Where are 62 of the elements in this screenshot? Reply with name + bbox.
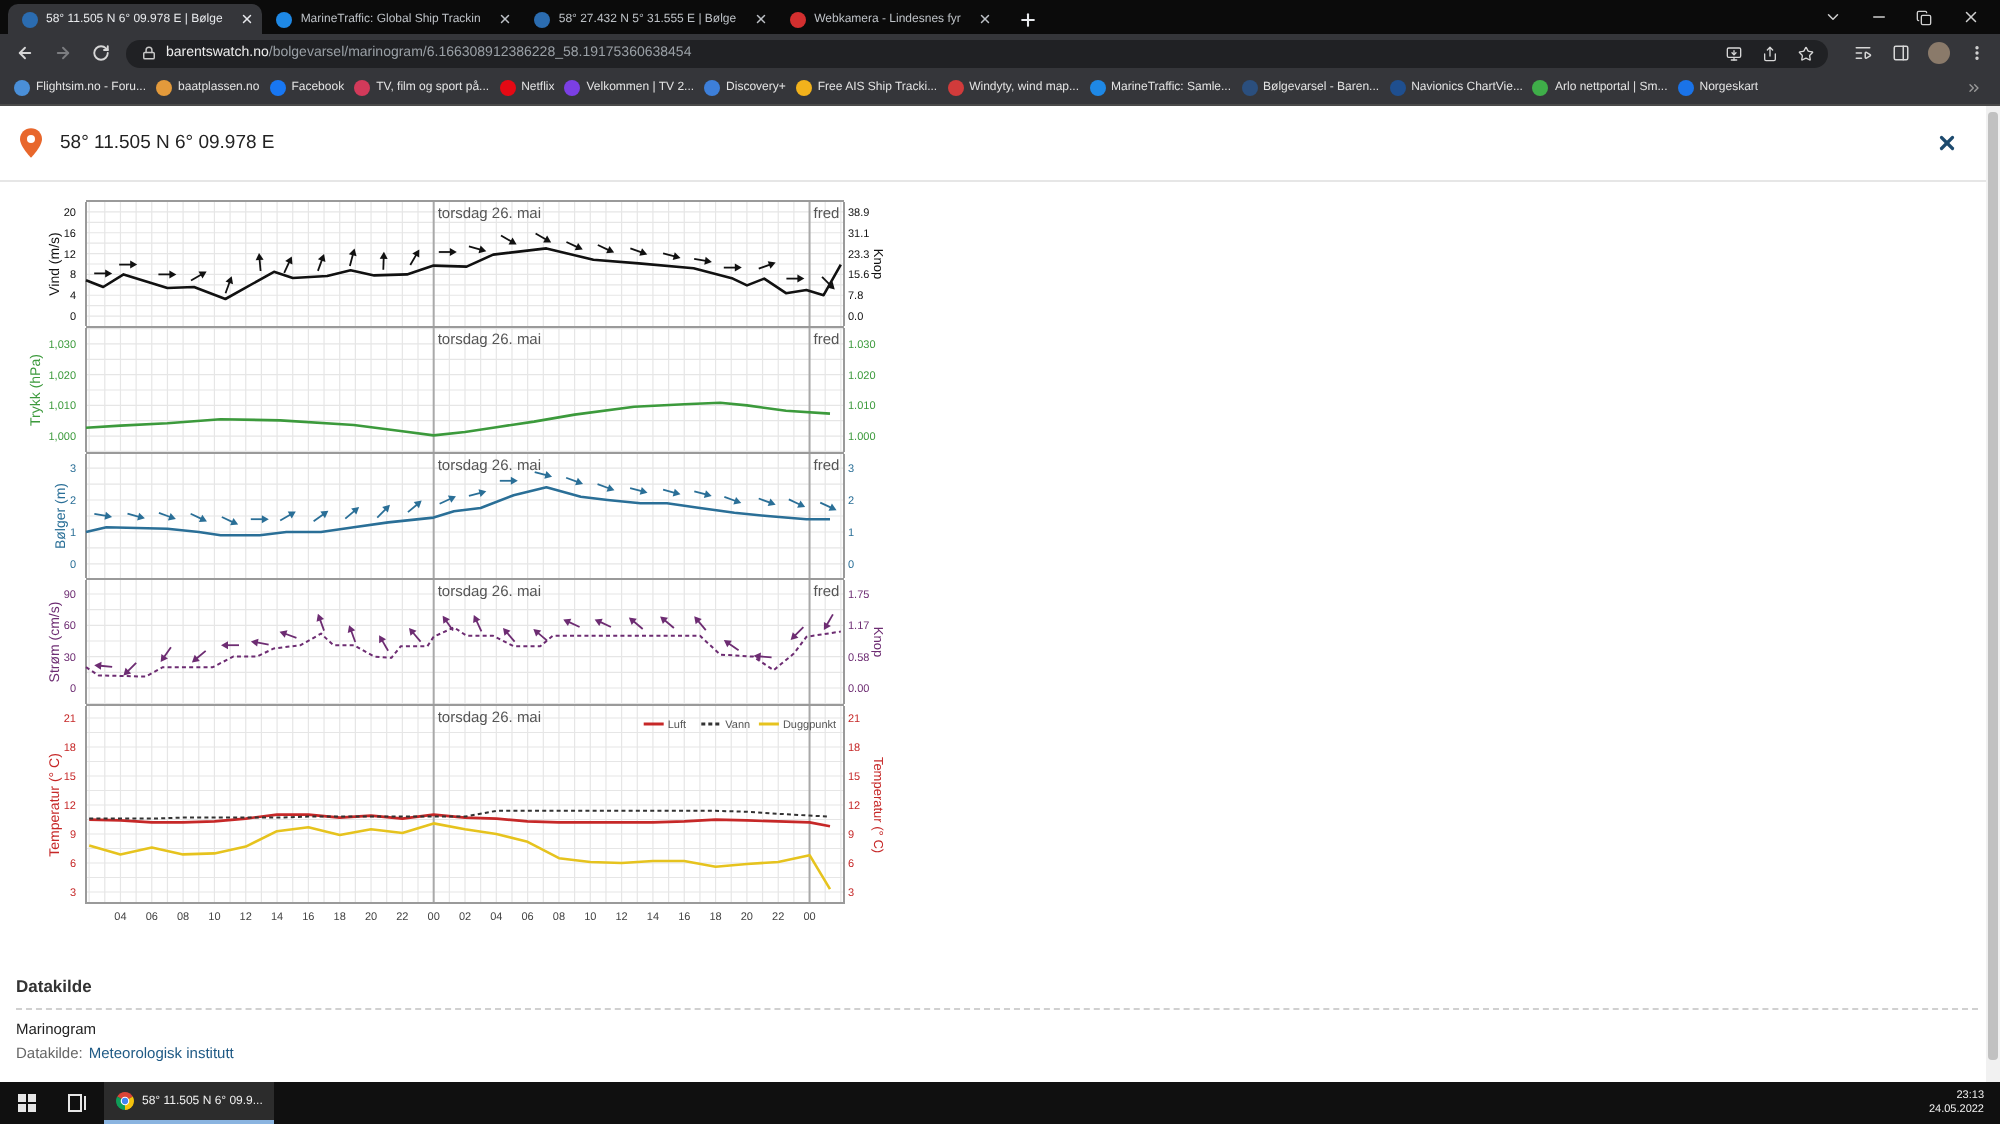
arrow-icon <box>442 615 454 632</box>
arrow-icon <box>283 256 293 274</box>
close-icon <box>497 12 512 26</box>
app-icon <box>116 1092 134 1110</box>
more-bookmarks-button[interactable] <box>1964 78 1984 98</box>
share-button[interactable] <box>1760 43 1780 63</box>
close-icon <box>977 12 992 26</box>
arrow-icon <box>160 646 172 662</box>
windows-logo-icon <box>18 1094 36 1112</box>
tab-close-button[interactable] <box>238 11 255 27</box>
tab-close-button[interactable] <box>496 11 513 27</box>
arrow-icon <box>379 635 389 652</box>
side-panel-icon <box>1891 44 1909 62</box>
side-panel-button[interactable] <box>1888 41 1912 65</box>
arrow-icon <box>409 627 422 643</box>
arrow-icon <box>660 616 675 629</box>
page-title: 58° 11.505 N 6° 09.978 E <box>60 133 275 153</box>
list-icon <box>1853 44 1871 62</box>
legend-line-icon <box>701 722 722 726</box>
legend-line-icon <box>643 722 664 726</box>
location-pin-icon <box>20 128 42 158</box>
install-button[interactable] <box>1724 43 1744 63</box>
arrow-icon <box>348 248 357 267</box>
section-heading: Datakilde <box>16 976 92 996</box>
arrow-icon <box>473 615 483 633</box>
new-tab-button[interactable] <box>1016 8 1039 30</box>
plus-icon <box>1017 9 1038 29</box>
close-icon <box>1961 8 1979 26</box>
arrow-icon <box>503 627 516 643</box>
reading-list-button[interactable] <box>1850 41 1874 65</box>
arrow-icon <box>407 500 422 514</box>
arrow-icon <box>376 504 390 519</box>
reload-icon <box>91 44 109 62</box>
arrow-icon <box>694 616 707 631</box>
share-icon <box>1762 45 1778 61</box>
close-icon <box>753 12 768 26</box>
profile-button[interactable] <box>1926 41 1950 65</box>
legend-line-icon <box>758 722 779 726</box>
star-icon <box>1798 45 1814 61</box>
tab-close-button[interactable] <box>976 11 993 27</box>
arrow-icon <box>790 626 805 640</box>
close-button[interactable] <box>1936 132 1958 154</box>
restore-icon <box>1916 9 1932 25</box>
arrow-icon <box>347 625 357 643</box>
double-chevron-icon <box>1966 80 1982 96</box>
tab-close-button[interactable] <box>752 11 769 27</box>
arrow-icon <box>821 275 835 290</box>
scrollbar-thumb[interactable] <box>1988 112 1998 1060</box>
close-icon <box>239 12 254 26</box>
reload-button[interactable] <box>88 41 112 65</box>
back-arrow-icon <box>15 44 33 62</box>
task-view-icon <box>67 1094 87 1112</box>
close-icon <box>1936 132 1958 154</box>
bookmark-star-button[interactable] <box>1796 43 1816 63</box>
arrow-icon <box>379 251 388 271</box>
forward-arrow-icon <box>53 44 71 62</box>
arrow-icon <box>317 253 326 272</box>
lock-icon <box>142 46 156 60</box>
chevron-down-icon <box>1823 8 1841 26</box>
avatar-icon <box>1927 42 1949 64</box>
monitor-download-icon <box>1726 45 1742 61</box>
arrow-icon <box>823 613 834 630</box>
